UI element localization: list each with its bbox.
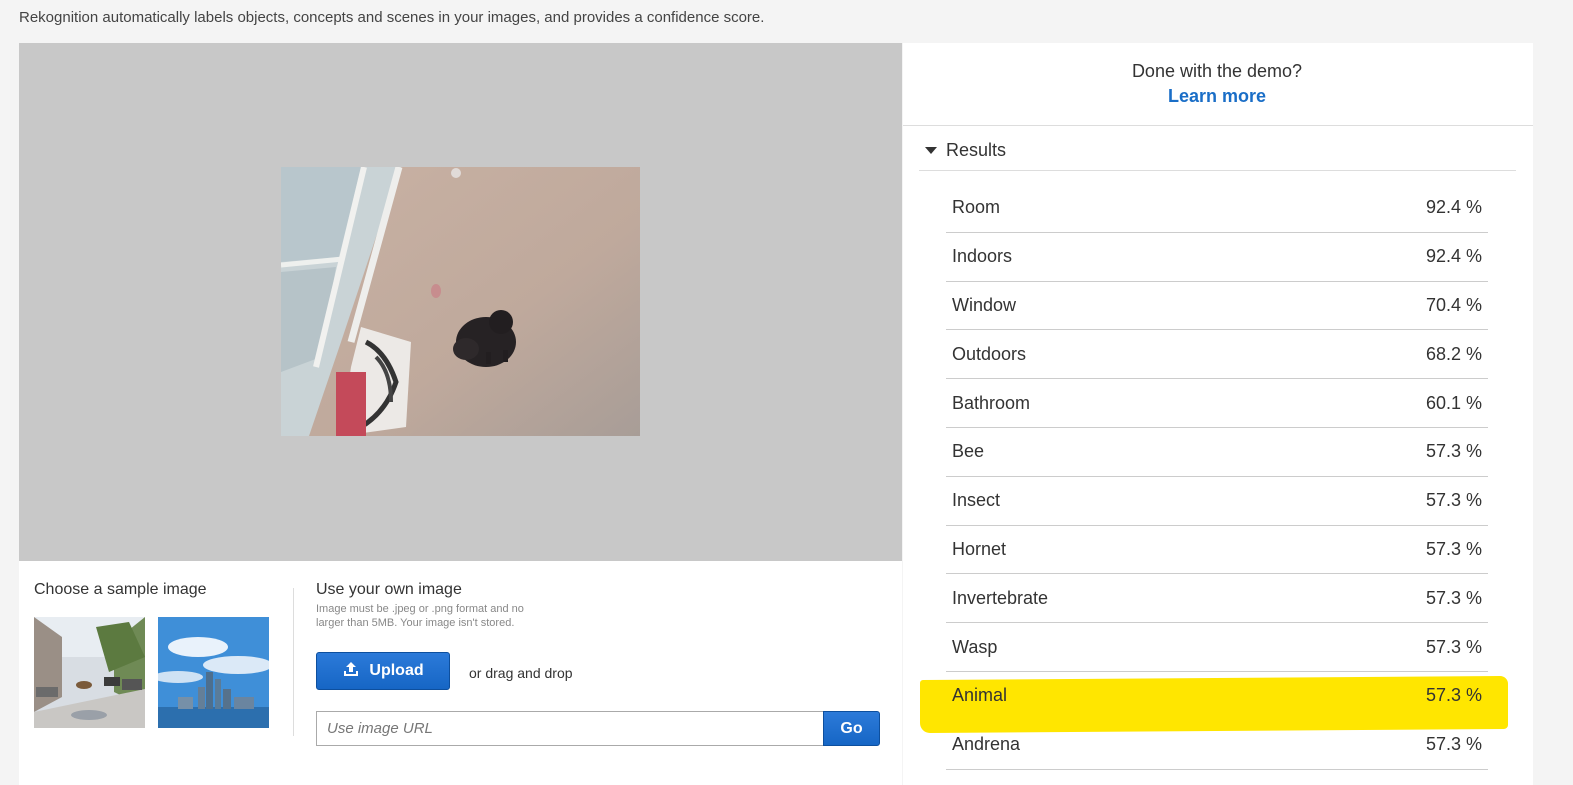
own-image-note: Image must be .jpeg or .png format and n… (316, 603, 524, 629)
result-row: Indoors 92.4 % (946, 233, 1488, 282)
analyzed-image (281, 167, 640, 436)
result-row: Bathroom 60.1 % (946, 379, 1488, 428)
result-confidence: 92.4 % (1425, 197, 1482, 218)
result-label: Outdoors (952, 343, 1027, 364)
result-row: Outdoors 68.2 % (946, 330, 1488, 380)
result-confidence: 57.3 % (1425, 685, 1482, 706)
result-label: Invertebrate (952, 587, 1049, 608)
results-toggle[interactable]: Results (919, 139, 1006, 161)
result-row: Bee 57.3 % (946, 428, 1488, 477)
result-row: Andrena 57.3 % (946, 721, 1488, 770)
result-confidence: 57.3 % (1425, 587, 1482, 608)
result-confidence: 57.3 % (1425, 734, 1482, 755)
image-url-input[interactable] (316, 711, 823, 746)
own-image-heading: Use your own image (316, 581, 462, 598)
section-divider (293, 588, 294, 736)
result-row: Invertebrate 57.3 % (946, 574, 1488, 624)
learn-more-link[interactable]: Learn more (903, 86, 1531, 107)
demo-panel: Choose a sample image Use your own image… (19, 43, 902, 785)
results-panel: Done with the demo? Learn more Results R… (903, 43, 1533, 785)
upload-icon (342, 660, 360, 683)
results-list: Room 92.4 % Indoors 92.4 % Window 70.4 % Ou… (946, 184, 1488, 770)
image-preview-area (19, 43, 902, 561)
sample-image-skyline[interactable] (158, 617, 269, 728)
result-confidence: 68.2 % (1425, 343, 1482, 364)
result-confidence: 57.3 % (1425, 538, 1482, 559)
result-row: Hornet 57.3 % (946, 526, 1488, 575)
result-label: Bee (952, 441, 985, 462)
divider (903, 125, 1533, 126)
result-row: Insect 57.3 % (946, 477, 1488, 526)
result-row: Wasp 57.3 % (946, 623, 1488, 672)
result-label: Hornet (952, 538, 1007, 559)
result-confidence: 57.3 % (1425, 636, 1482, 657)
result-confidence: 70.4 % (1425, 294, 1482, 315)
result-row-highlighted: Animal 57.3 % (946, 672, 1488, 721)
sample-heading: Choose a sample image (34, 581, 207, 598)
result-label: Andrena (952, 734, 1021, 755)
drag-drop-text: or drag and drop (469, 665, 573, 681)
upload-button[interactable]: Upload (316, 652, 450, 690)
upload-label: Upload (369, 662, 424, 679)
result-confidence: 57.3 % (1425, 441, 1482, 462)
divider (919, 170, 1516, 171)
go-button[interactable]: Go (823, 711, 880, 746)
result-confidence: 92.4 % (1425, 246, 1482, 267)
result-label: Window (952, 294, 1017, 315)
results-label: Results (946, 139, 1007, 160)
result-confidence: 60.1 % (1425, 392, 1482, 413)
caret-down-icon (925, 146, 937, 154)
done-with-demo-text: Done with the demo? (1131, 61, 1303, 81)
sample-image-street[interactable] (34, 617, 145, 728)
result-label: Animal (952, 685, 1008, 706)
result-row: Room 92.4 % (946, 184, 1488, 233)
result-label: Indoors (952, 246, 1013, 267)
result-confidence: 57.3 % (1425, 490, 1482, 511)
result-label: Insect (952, 490, 1001, 511)
intro-text: Rekognition automatically labels objects… (19, 9, 765, 26)
result-label: Wasp (952, 636, 998, 657)
result-label: Bathroom (952, 392, 1031, 413)
result-label: Room (952, 197, 1001, 218)
result-row: Window 70.4 % (946, 282, 1488, 331)
